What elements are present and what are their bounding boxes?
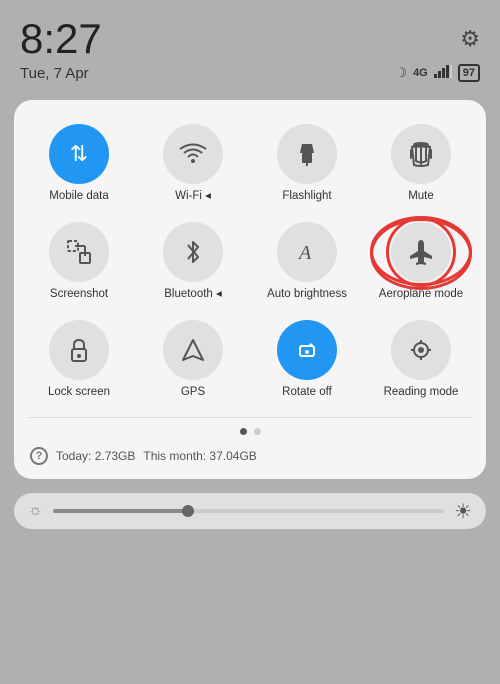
tile-flashlight[interactable]: Flashlight xyxy=(252,120,362,208)
tile-icon-flashlight xyxy=(277,124,337,184)
battery-icon: 97 xyxy=(458,64,480,82)
time-display: 8:27 xyxy=(20,18,102,60)
tile-icon-mobile-data: ⇅ xyxy=(49,124,109,184)
tile-icon-screenshot xyxy=(49,222,109,282)
tile-bluetooth[interactable]: Bluetooth ◂ xyxy=(138,218,248,306)
svg-text:⇅: ⇅ xyxy=(70,141,88,166)
tile-mute[interactable]: Mute xyxy=(366,120,476,208)
tile-auto-brightness[interactable]: A Auto brightness xyxy=(252,218,362,306)
tiles-grid: ⇅ Mobile data Wi-Fi ◂ Flashlight Mute Screens… xyxy=(24,120,476,403)
signal-icon: 4G xyxy=(413,67,428,79)
tile-label-screenshot: Screenshot xyxy=(50,288,108,302)
page-dots xyxy=(24,428,476,435)
tile-label-wifi: Wi-Fi ◂ xyxy=(175,190,211,204)
tile-label-mobile-data: Mobile data xyxy=(49,190,108,204)
tile-aeroplane-mode[interactable]: Aeroplane mode xyxy=(366,218,476,306)
brightness-track[interactable] xyxy=(53,509,444,513)
tile-rotate-off[interactable]: Rotate off xyxy=(252,316,362,404)
tile-label-gps: GPS xyxy=(181,386,205,400)
tile-label-bluetooth: Bluetooth ◂ xyxy=(164,288,222,302)
tile-lock-screen[interactable]: Lock screen xyxy=(24,316,134,404)
svg-text:A: A xyxy=(297,242,312,264)
signal-bars-icon xyxy=(434,65,452,81)
tile-mobile-data[interactable]: ⇅ Mobile data xyxy=(24,120,134,208)
tile-label-aeroplane-mode: Aeroplane mode xyxy=(379,288,463,302)
quick-panel: ⇅ Mobile data Wi-Fi ◂ Flashlight Mute Screens… xyxy=(14,100,486,479)
page-dot xyxy=(254,428,261,435)
moon-icon: ☽ xyxy=(395,65,407,81)
tile-icon-auto-brightness: A xyxy=(277,222,337,282)
tile-label-rotate-off: Rotate off xyxy=(282,386,332,400)
tile-reading-mode[interactable]: Reading mode xyxy=(366,316,476,404)
tile-icon-wifi xyxy=(163,124,223,184)
tile-wifi[interactable]: Wi-Fi ◂ xyxy=(138,120,248,208)
month-usage: This month: 37.04GB xyxy=(143,449,256,463)
tile-icon-mute xyxy=(391,124,451,184)
help-icon[interactable]: ? xyxy=(30,447,48,465)
today-usage: Today: 2.73GB xyxy=(56,449,135,463)
tile-gps[interactable]: GPS xyxy=(138,316,248,404)
tile-icon-aeroplane-mode xyxy=(391,222,451,282)
tile-screenshot[interactable]: Screenshot xyxy=(24,218,134,306)
data-usage: ? Today: 2.73GB This month: 37.04GB xyxy=(24,447,476,465)
tile-icon-reading-mode xyxy=(391,320,451,380)
tile-label-mute: Mute xyxy=(408,190,434,204)
tile-icon-bluetooth xyxy=(163,222,223,282)
tile-label-auto-brightness: Auto brightness xyxy=(267,288,347,302)
brightness-bar[interactable]: ☼ ☀ xyxy=(14,493,486,529)
tile-label-flashlight: Flashlight xyxy=(282,190,331,204)
date-display: Tue, 7 Apr xyxy=(20,65,89,82)
tile-label-reading-mode: Reading mode xyxy=(384,386,459,400)
gear-icon[interactable]: ⚙ xyxy=(460,26,480,52)
tile-icon-rotate-off xyxy=(277,320,337,380)
tile-icon-gps xyxy=(163,320,223,380)
status-bar: 8:27 ⚙ Tue, 7 Apr ☽ 4G 97 xyxy=(0,0,500,90)
page-dot xyxy=(240,428,247,435)
status-icons: ☽ 4G 97 xyxy=(395,64,480,82)
divider xyxy=(28,417,472,418)
brightness-min-icon: ☼ xyxy=(28,502,43,520)
brightness-max-icon: ☀ xyxy=(454,499,472,524)
tile-label-lock-screen: Lock screen xyxy=(48,386,110,400)
tile-icon-lock-screen xyxy=(49,320,109,380)
